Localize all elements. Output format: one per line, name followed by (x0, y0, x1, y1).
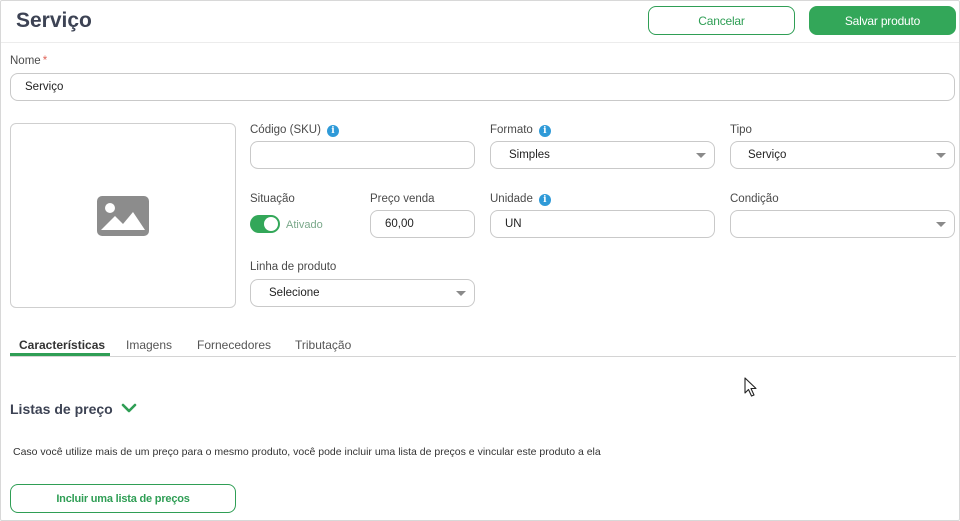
condicao-select[interactable] (730, 210, 955, 238)
cancel-button[interactable]: Cancelar (648, 6, 795, 35)
toggle-knob (264, 217, 278, 231)
preco-venda-input[interactable]: 60,00 (370, 210, 475, 238)
formato-value: Simples (509, 149, 550, 161)
image-placeholder-icon (97, 196, 149, 236)
linha-produto-select[interactable]: Selecione (250, 279, 475, 307)
formato-select[interactable]: Simples (490, 141, 715, 169)
chevron-down-icon (936, 153, 946, 158)
include-price-list-button[interactable]: Incluir uma lista de preços (10, 484, 236, 513)
tipo-value: Serviço (748, 149, 787, 161)
name-input[interactable]: Serviço (10, 73, 955, 101)
tab-imagens[interactable]: Imagens (126, 338, 172, 352)
tab-fornecedores[interactable]: Fornecedores (197, 338, 271, 352)
chevron-down-icon (456, 291, 466, 296)
chevron-down-icon[interactable] (121, 402, 137, 414)
page-header: Serviço Cancelar Salvar produto (1, 1, 959, 43)
unidade-label: Unidade i (490, 193, 551, 206)
price-lists-description: Caso você utilize mais de um preço para … (13, 446, 601, 458)
required-mark: * (42, 55, 48, 67)
name-label: Nome * (10, 55, 48, 67)
tab-caracteristicas[interactable]: Características (19, 338, 105, 352)
save-product-button[interactable]: Salvar produto (809, 6, 956, 35)
info-icon[interactable]: i (538, 194, 551, 206)
page-title: Serviço (16, 9, 92, 32)
mouse-cursor-icon (744, 377, 757, 397)
situacao-state-text: Ativado (286, 219, 323, 231)
formato-label: Formato i (490, 124, 551, 137)
product-image-dropzone[interactable] (10, 123, 236, 308)
sku-input[interactable] (250, 141, 475, 169)
preco-venda-label: Preço venda (370, 193, 435, 205)
situacao-label: Situação (250, 193, 295, 205)
linha-produto-value: Selecione (269, 287, 320, 299)
info-icon[interactable]: i (326, 125, 339, 137)
chevron-down-icon (696, 153, 706, 158)
situacao-toggle[interactable] (250, 215, 280, 233)
product-tabs: Características Imagens Fornecedores Tri… (10, 335, 956, 357)
sku-label: Código (SKU) i (250, 124, 339, 137)
active-tab-indicator (10, 353, 110, 356)
tipo-label: Tipo (730, 124, 752, 136)
chevron-down-icon (936, 222, 946, 227)
condicao-label: Condição (730, 193, 779, 205)
info-icon[interactable]: i (538, 125, 551, 137)
tipo-select[interactable]: Serviço (730, 141, 955, 169)
unidade-input[interactable]: UN (490, 210, 715, 238)
price-lists-title: Listas de preço (10, 401, 113, 417)
tab-tributacao[interactable]: Tributação (295, 338, 351, 352)
linha-produto-label: Linha de produto (250, 261, 337, 273)
